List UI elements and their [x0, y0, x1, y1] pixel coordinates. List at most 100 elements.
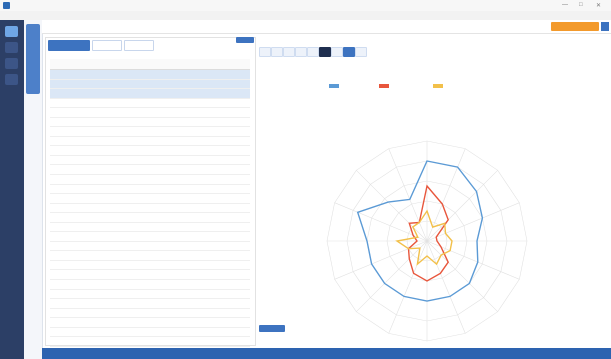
table-row[interactable] [50, 107, 250, 118]
row-name [50, 117, 134, 128]
toolbar-button[interactable] [283, 47, 295, 57]
table-row[interactable] [50, 98, 250, 109]
maximize-icon[interactable]: □ [579, 2, 583, 8]
table-row[interactable] [50, 212, 250, 223]
cell-value [153, 155, 173, 166]
row-name [50, 308, 134, 319]
collapse-button[interactable] [236, 37, 254, 43]
cell-value [230, 145, 250, 156]
table-row[interactable] [50, 164, 250, 175]
cell-value [191, 317, 212, 328]
table-row[interactable] [50, 184, 250, 195]
expand-icon[interactable] [601, 22, 609, 31]
cell-value [172, 69, 192, 80]
cell-value [153, 174, 173, 185]
table-row[interactable] [50, 126, 250, 137]
table-row[interactable] [50, 136, 250, 147]
tab-1[interactable] [48, 40, 90, 51]
table-row[interactable] [50, 231, 250, 242]
table-row[interactable] [50, 203, 250, 214]
table-row[interactable] [50, 327, 250, 338]
tab-2[interactable] [92, 40, 122, 51]
row-name [50, 126, 134, 137]
table-row[interactable] [50, 69, 250, 80]
cell-value [211, 136, 231, 147]
table-row[interactable] [50, 117, 250, 128]
table-row[interactable] [50, 145, 250, 156]
column-header[interactable] [230, 59, 250, 70]
cell-value [172, 136, 192, 147]
home-icon[interactable] [5, 26, 18, 37]
cell-value [134, 308, 154, 319]
table-row[interactable] [50, 317, 250, 328]
cell-value [230, 107, 250, 118]
cell-value [134, 155, 154, 166]
table-row[interactable] [50, 269, 250, 281]
toolbar-button[interactable] [295, 47, 307, 57]
minimize-icon[interactable]: — [562, 2, 568, 8]
table-row[interactable] [50, 155, 250, 166]
axis-line [426, 170, 498, 242]
cell-value [134, 298, 154, 309]
legend-item[interactable] [329, 84, 341, 89]
cell-value [191, 308, 212, 319]
column-header[interactable] [50, 59, 134, 70]
axis-line [426, 240, 498, 312]
search-icon[interactable] [5, 58, 18, 69]
cell-value [153, 193, 173, 204]
cell-value [211, 289, 231, 300]
table-row[interactable] [50, 260, 250, 271]
legend-item[interactable] [433, 84, 445, 89]
column-header[interactable] [211, 59, 231, 70]
cell-value [172, 145, 192, 156]
column-header[interactable] [134, 59, 154, 70]
column-header[interactable] [191, 59, 212, 70]
primary-action-button[interactable] [551, 22, 599, 31]
cell-value [134, 203, 154, 214]
toolbar-button[interactable] [343, 47, 355, 57]
column-header[interactable] [153, 59, 173, 70]
cell-value [172, 107, 192, 118]
column-header[interactable] [172, 59, 192, 70]
cell-value [230, 308, 250, 319]
table-row[interactable] [50, 250, 250, 261]
row-name [50, 145, 134, 156]
table-row[interactable] [50, 222, 250, 233]
table-row[interactable] [50, 174, 250, 185]
row-name [50, 174, 134, 185]
close-icon[interactable]: ✕ [596, 2, 601, 9]
cell-value [211, 164, 231, 175]
toolbar-button-active[interactable] [319, 47, 331, 57]
tab-3[interactable] [124, 40, 154, 51]
toolbar-button[interactable] [331, 47, 343, 57]
cell-value [191, 250, 212, 261]
table-row[interactable] [50, 289, 250, 300]
table-row[interactable] [50, 241, 250, 252]
row-name [50, 289, 134, 300]
settings-icon[interactable] [5, 74, 18, 85]
cell-value [134, 88, 154, 99]
table-row[interactable] [50, 298, 250, 309]
data-table [50, 59, 250, 357]
toolbar-button[interactable] [259, 47, 271, 57]
table-row[interactable] [50, 308, 250, 319]
cell-value [230, 231, 250, 242]
cell-value [172, 79, 192, 90]
cell-value [211, 241, 231, 252]
table-row[interactable] [50, 79, 250, 90]
table-row[interactable] [50, 88, 250, 99]
series-line [407, 184, 450, 282]
vertical-tab[interactable] [26, 24, 40, 94]
table-row[interactable] [50, 193, 250, 204]
cell-value [211, 145, 231, 156]
chart-icon[interactable] [5, 42, 18, 53]
legend-item[interactable] [379, 84, 391, 89]
table-row[interactable] [50, 279, 250, 290]
cell-value [230, 327, 250, 338]
cell-value [230, 317, 250, 328]
toolbar-button[interactable] [271, 47, 283, 57]
panel-action-button[interactable] [259, 325, 285, 332]
toolbar-button[interactable] [307, 47, 319, 57]
toolbar-button[interactable] [355, 47, 367, 57]
cell-value [172, 88, 192, 99]
